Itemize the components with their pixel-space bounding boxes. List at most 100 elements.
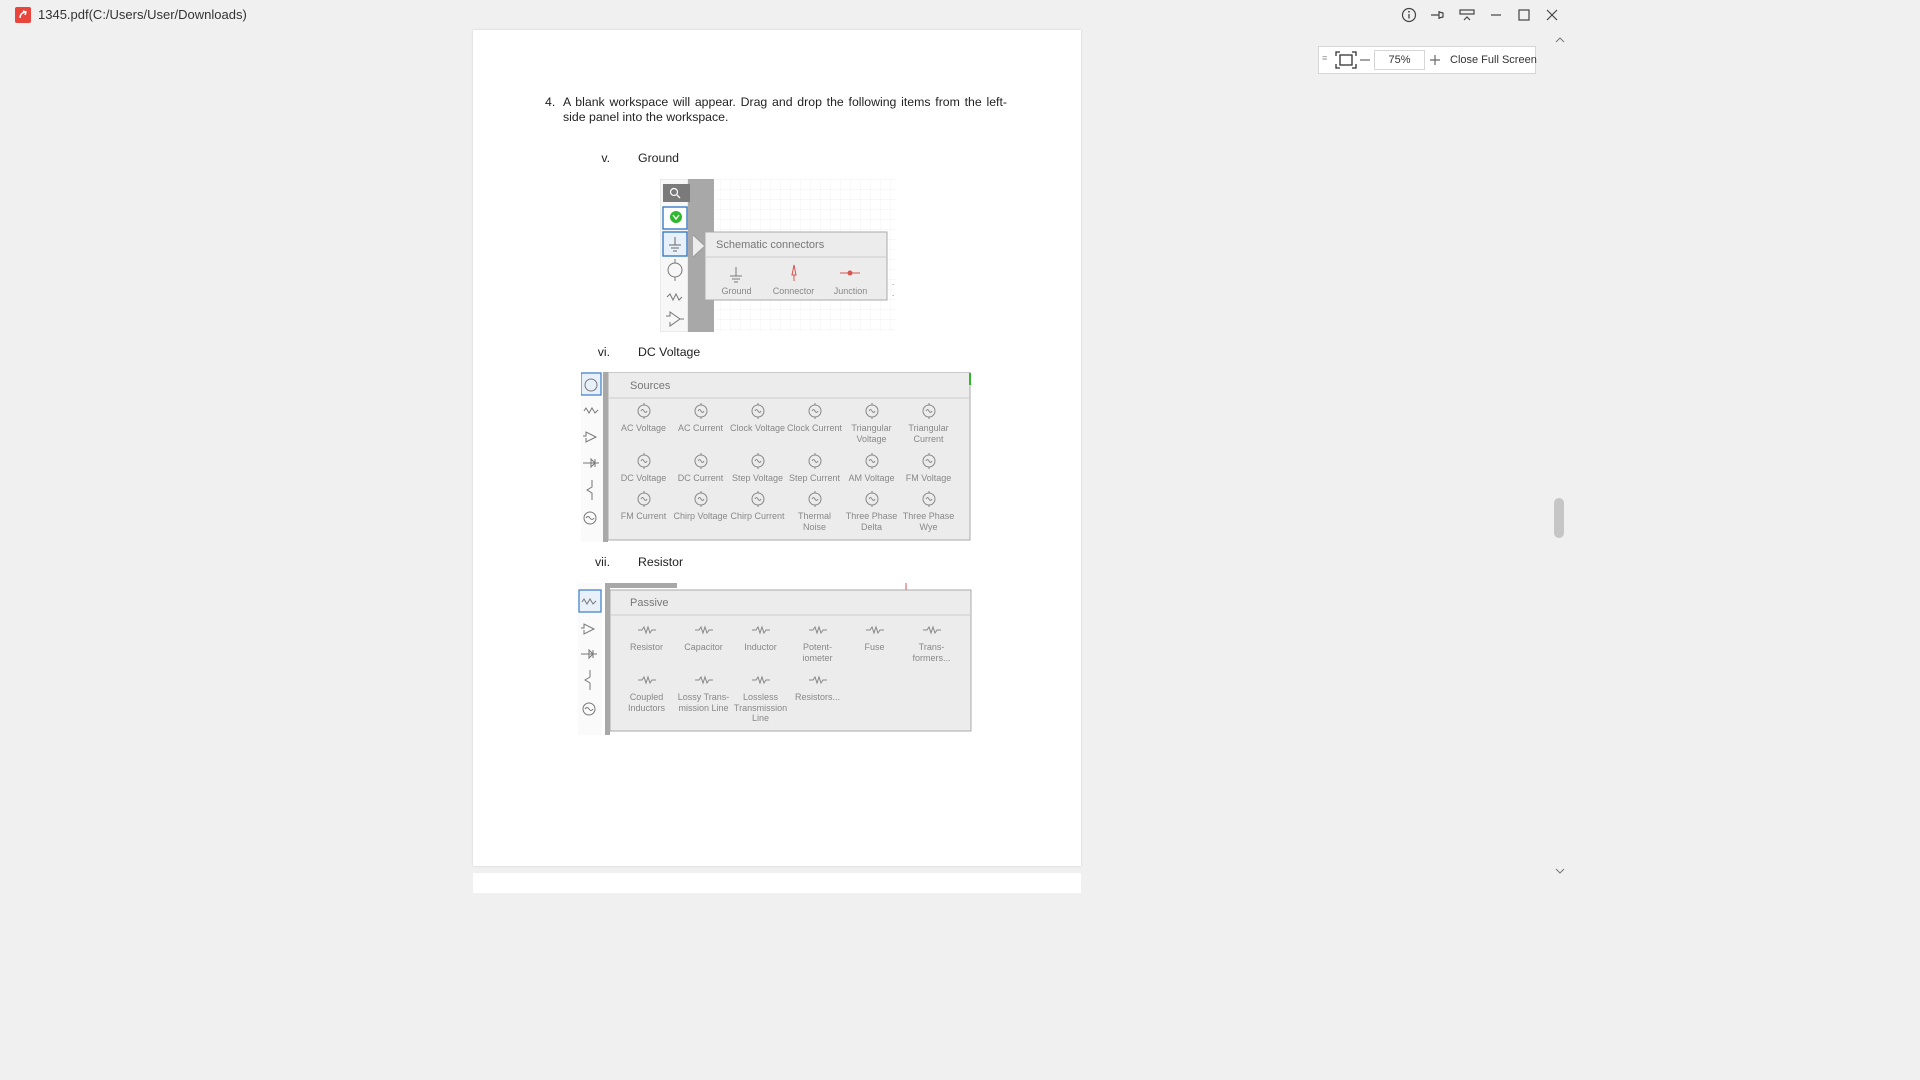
component-label: Clock Voltage xyxy=(729,423,786,433)
pin-icon xyxy=(1431,11,1444,19)
component-label: Capacitor xyxy=(684,642,723,652)
component-icon xyxy=(637,625,656,635)
scrollbar-thumb[interactable] xyxy=(1554,498,1564,538)
component-label: AC Current xyxy=(677,423,723,433)
close-full-screen-button[interactable]: Close Full Screen xyxy=(1450,54,1537,66)
component-label: Step Current xyxy=(788,473,841,483)
svg-text:.: . xyxy=(892,278,894,287)
component-item[interactable]: Lossy Trans-mission Line xyxy=(675,671,732,713)
component-icon xyxy=(808,403,821,419)
component-icon xyxy=(751,625,770,635)
component-label: Triangular Current xyxy=(908,423,949,444)
component-icon xyxy=(637,403,650,419)
minimize-button[interactable] xyxy=(1485,5,1507,25)
list-item-number: vi. xyxy=(597,345,610,359)
component-icon xyxy=(694,625,713,635)
component-label: Step Voltage xyxy=(731,473,784,483)
component-label: Chirp Voltage xyxy=(673,511,728,521)
component-icon xyxy=(922,491,935,507)
component-icon xyxy=(694,453,707,469)
component-item[interactable]: Lossless Transmission Line xyxy=(732,671,789,724)
pdf-app-icon xyxy=(15,7,31,23)
component-label: Coupled Inductors xyxy=(627,692,666,713)
list-item-number: vii. xyxy=(594,555,610,569)
component-item[interactable]: Trans-formers... xyxy=(903,621,960,663)
component-icon xyxy=(922,403,935,419)
component-item[interactable]: Fuse xyxy=(846,621,903,653)
zoom-in-button[interactable] xyxy=(1427,50,1443,70)
component-label: Trans-formers... xyxy=(912,642,951,663)
component-icon xyxy=(694,491,707,507)
component-item[interactable]: Three Phase Delta xyxy=(843,490,900,532)
next-pdf-page xyxy=(473,873,1081,893)
component-item[interactable]: Triangular Voltage xyxy=(843,402,900,444)
scroll-up-arrow-icon[interactable] xyxy=(1555,35,1565,45)
component-item[interactable]: Capacitor xyxy=(675,621,732,653)
component-item[interactable]: Coupled Inductors xyxy=(618,671,675,713)
component-label: FM Voltage xyxy=(905,473,952,483)
minimize-icon xyxy=(1491,14,1501,16)
component-item[interactable]: Resistors... xyxy=(789,671,846,703)
component-item[interactable]: Chirp Voltage xyxy=(672,490,729,522)
component-item[interactable]: Step Current xyxy=(786,452,843,484)
component-item[interactable]: AC Current xyxy=(672,402,729,434)
step-text: A blank workspace will appear. Drag and … xyxy=(563,95,1007,124)
list-item-label: Resistor xyxy=(638,555,684,569)
component-label: AC Voltage xyxy=(620,423,667,433)
pdf-page: 4. A blank workspace will appear. Drag a… xyxy=(473,30,1081,866)
pin-button[interactable] xyxy=(1427,5,1449,25)
fit-page-button[interactable] xyxy=(1334,50,1358,70)
component-label: DC Current xyxy=(677,473,724,483)
plus-icon xyxy=(1430,55,1440,65)
component-item[interactable]: DC Voltage xyxy=(615,452,672,484)
component-label: Connector xyxy=(772,286,815,296)
component-item[interactable]: Triangular Current xyxy=(900,402,957,444)
component-item[interactable]: Inductor xyxy=(732,621,789,653)
passive-figure: Passive Resistor Capacitor Inductor Potent-… xyxy=(578,583,973,735)
component-item[interactable]: Three Phase Wye xyxy=(900,490,957,532)
component-icon xyxy=(808,625,827,635)
component-icon xyxy=(751,491,764,507)
maximize-button[interactable] xyxy=(1513,5,1535,25)
component-item[interactable]: Thermal Noise xyxy=(786,490,843,532)
component-item[interactable]: AM Voltage xyxy=(843,452,900,484)
component-item[interactable]: Clock Voltage xyxy=(729,402,786,434)
scroll-down-arrow-icon[interactable] xyxy=(1555,866,1565,876)
component-icon xyxy=(865,453,878,469)
drag-handle-icon[interactable]: ≡ xyxy=(1322,53,1327,63)
component-item[interactable]: Chirp Current xyxy=(729,490,786,522)
component-item[interactable]: Resistor xyxy=(618,621,675,653)
window-title: 1345.pdf(C:/Users/User/Downloads) xyxy=(38,7,247,22)
component-icon xyxy=(808,491,821,507)
component-icon xyxy=(751,675,770,685)
component-label: Junction xyxy=(833,286,868,296)
panel-title: Passive xyxy=(630,597,669,609)
component-label: Resistors... xyxy=(794,692,840,702)
list-item-number: v. xyxy=(601,151,610,165)
maximize-icon xyxy=(1518,9,1530,21)
component-label: Lossless Transmission Line xyxy=(733,692,788,723)
minus-icon xyxy=(1360,59,1370,61)
component-icon xyxy=(865,403,878,419)
component-icon xyxy=(865,625,884,635)
component-item[interactable]: Potent-iometer xyxy=(789,621,846,663)
component-item[interactable]: AC Voltage xyxy=(615,402,672,434)
info-button[interactable] xyxy=(1398,5,1420,25)
close-button[interactable] xyxy=(1541,5,1563,25)
compact-mode-icon xyxy=(1459,9,1475,21)
component-icon xyxy=(808,453,821,469)
component-item[interactable]: FM Current xyxy=(615,490,672,522)
component-icon xyxy=(922,453,935,469)
component-label: Chirp Current xyxy=(730,511,785,521)
component-label: Resistor xyxy=(629,642,663,652)
component-item[interactable]: DC Current xyxy=(672,452,729,484)
component-label: Triangular Voltage xyxy=(851,423,892,444)
zoom-level-input[interactable]: 75% xyxy=(1374,50,1425,70)
component-item[interactable]: FM Voltage xyxy=(900,452,957,484)
component-icon xyxy=(865,491,878,507)
step-paragraph: 4. A blank workspace will appear. Drag a… xyxy=(545,95,1007,125)
component-item[interactable]: Step Voltage xyxy=(729,452,786,484)
component-item[interactable]: Clock Current xyxy=(786,402,843,434)
zoom-out-button[interactable] xyxy=(1357,50,1373,70)
compact-mode-button[interactable] xyxy=(1456,5,1478,25)
